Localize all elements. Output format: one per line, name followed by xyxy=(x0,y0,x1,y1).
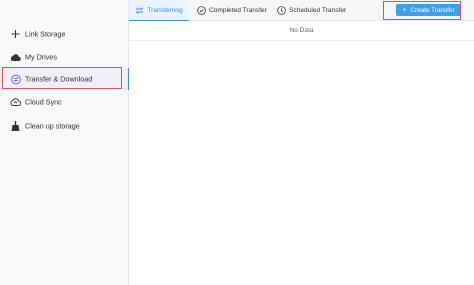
plus-icon xyxy=(10,29,21,40)
sidebar-item-clean-up-storage[interactable]: Clean up storage xyxy=(0,115,129,137)
create-transfer-label: Create Transfer xyxy=(410,6,455,14)
sidebar-item-transfer-download[interactable]: Transfer & Download xyxy=(0,68,130,90)
tab-label: Scheduled Transfer xyxy=(289,7,347,14)
tab-transferring[interactable]: Transferring xyxy=(129,0,189,21)
sidebar-item-label: Link Storage xyxy=(25,29,66,39)
sidebar-item-label: Cloud Sync xyxy=(25,97,62,107)
plus-icon: + xyxy=(402,6,407,14)
sidebar-item-label: My Drives xyxy=(25,52,57,62)
sidebar-item-my-drives[interactable]: My Drives xyxy=(0,46,129,68)
sidebar-item-link-storage[interactable]: Link Storage xyxy=(0,23,129,45)
tab-label: Completed Transfer xyxy=(209,7,267,14)
tab-scheduled-transfer[interactable]: Scheduled Transfer xyxy=(277,0,346,21)
clock-icon xyxy=(277,6,286,15)
tab-completed-transfer[interactable]: Completed Transfer xyxy=(197,0,267,21)
sidebar-item-cloud-sync[interactable]: Cloud Sync xyxy=(0,91,129,113)
transfer-icon xyxy=(10,74,21,85)
cloud-icon xyxy=(10,52,21,63)
sidebar: Link Storage My Drives Transfer & Downlo… xyxy=(0,0,130,285)
empty-state-row: No Data xyxy=(129,21,474,41)
check-circle-icon xyxy=(197,6,206,15)
transfer-arrows-icon xyxy=(135,6,144,15)
tab-label: Transferring xyxy=(147,6,183,14)
create-transfer-button[interactable]: + Create Transfer xyxy=(396,4,461,16)
cloud-sync-icon xyxy=(10,97,21,108)
transfer-list-area xyxy=(129,41,474,285)
sidebar-item-label: Clean up storage xyxy=(25,121,80,131)
empty-state-text: No Data xyxy=(289,27,314,34)
broom-icon xyxy=(10,121,21,132)
sidebar-item-label: Transfer & Download xyxy=(25,74,93,84)
